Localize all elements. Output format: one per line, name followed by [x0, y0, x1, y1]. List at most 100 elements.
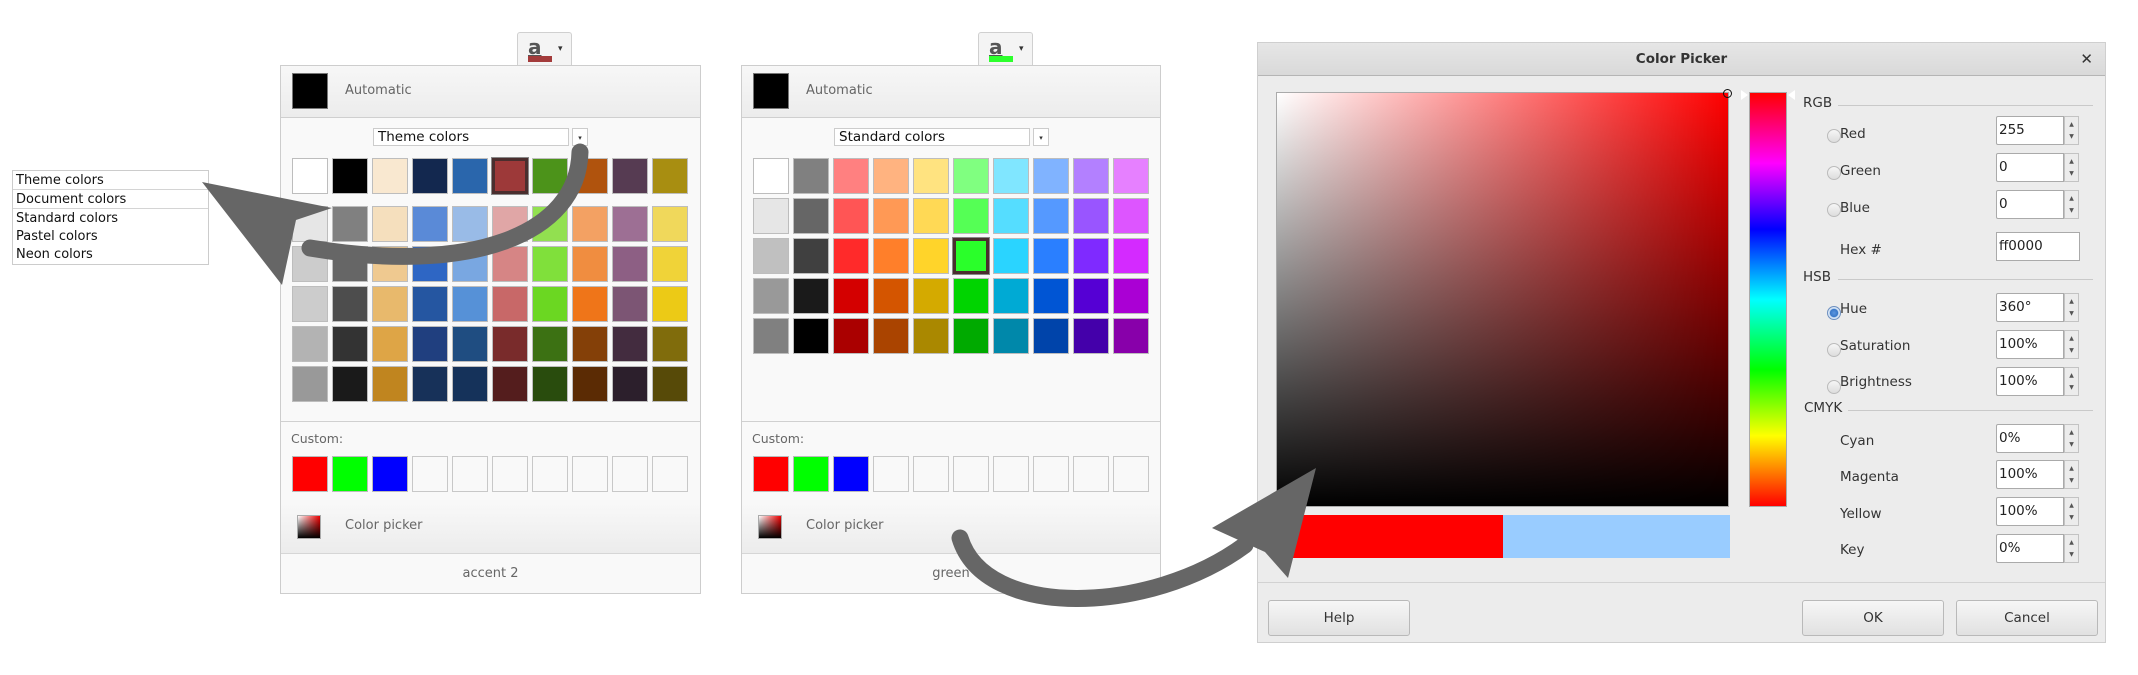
magenta-spinner[interactable]: ▲ ▼: [2064, 460, 2079, 489]
spin-up-icon[interactable]: ▲: [2069, 502, 2074, 509]
color-swatch[interactable]: [452, 206, 488, 242]
empty-custom-swatch[interactable]: [913, 456, 949, 492]
color-swatch[interactable]: [452, 326, 488, 362]
color-swatch[interactable]: [332, 158, 368, 194]
green-input[interactable]: 0: [1996, 153, 2064, 182]
empty-custom-swatch[interactable]: [492, 456, 528, 492]
color-swatch[interactable]: [793, 198, 829, 234]
color-swatch[interactable]: [452, 158, 488, 194]
color-swatch[interactable]: [1113, 198, 1149, 234]
color-swatch[interactable]: [753, 198, 789, 234]
color-swatch[interactable]: [292, 366, 328, 402]
chevron-down-icon[interactable]: ▾: [558, 44, 563, 54]
color-swatch[interactable]: [332, 206, 368, 242]
color-swatch[interactable]: [953, 278, 989, 314]
color-swatch[interactable]: [913, 198, 949, 234]
color-swatch[interactable]: [372, 246, 408, 282]
color-swatch[interactable]: [412, 158, 448, 194]
color-swatch[interactable]: [993, 158, 1029, 194]
palette-select-dropdown-button[interactable]: ▾: [572, 128, 588, 146]
color-swatch[interactable]: [612, 246, 648, 282]
color-swatch[interactable]: [652, 286, 688, 322]
color-swatch[interactable]: [952, 237, 990, 275]
color-swatch[interactable]: [1073, 158, 1109, 194]
color-swatch[interactable]: [993, 278, 1029, 314]
spin-down-icon[interactable]: ▼: [2069, 207, 2074, 214]
color-swatch[interactable]: [412, 246, 448, 282]
brightness-spinner[interactable]: ▲ ▼: [2064, 367, 2079, 396]
color-picker-button[interactable]: Color picker: [742, 499, 1160, 554]
color-swatch[interactable]: [1113, 278, 1149, 314]
chevron-down-icon[interactable]: ▾: [1019, 44, 1024, 54]
spin-up-icon[interactable]: ▲: [2069, 158, 2074, 165]
hue-radio[interactable]: [1827, 306, 1841, 320]
color-swatch[interactable]: [612, 206, 648, 242]
color-field-marker[interactable]: [1723, 89, 1732, 98]
palette-select[interactable]: Theme colors: [373, 128, 569, 146]
color-swatch[interactable]: [652, 246, 688, 282]
empty-custom-swatch[interactable]: [873, 456, 909, 492]
color-swatch[interactable]: [372, 366, 408, 402]
color-swatch[interactable]: [492, 286, 528, 322]
custom-color-swatch[interactable]: [332, 456, 368, 492]
color-swatch[interactable]: [1073, 198, 1109, 234]
help-button[interactable]: Help: [1268, 600, 1410, 636]
color-swatch[interactable]: [492, 366, 528, 402]
green-spinner[interactable]: ▲ ▼: [2064, 153, 2079, 182]
red-spinner[interactable]: ▲ ▼: [2064, 116, 2079, 145]
empty-custom-swatch[interactable]: [1033, 456, 1069, 492]
color-swatch[interactable]: [292, 246, 328, 282]
cyan-spinner[interactable]: ▲ ▼: [2064, 424, 2079, 453]
color-swatch[interactable]: [612, 326, 648, 362]
color-swatch[interactable]: [1033, 158, 1069, 194]
red-input[interactable]: 255: [1996, 116, 2064, 145]
spin-down-icon[interactable]: ▼: [2069, 170, 2074, 177]
spin-up-icon[interactable]: ▲: [2069, 539, 2074, 546]
color-swatch[interactable]: [332, 246, 368, 282]
color-swatch[interactable]: [913, 238, 949, 274]
close-icon[interactable]: ✕: [2080, 50, 2093, 68]
color-swatch[interactable]: [873, 198, 909, 234]
color-swatch[interactable]: [913, 318, 949, 354]
spin-down-icon[interactable]: ▼: [2069, 310, 2074, 317]
color-swatch[interactable]: [532, 206, 568, 242]
color-swatch[interactable]: [833, 278, 869, 314]
color-swatch[interactable]: [612, 366, 648, 402]
blue-spinner[interactable]: ▲ ▼: [2064, 190, 2079, 219]
color-swatch[interactable]: [532, 326, 568, 362]
color-swatch[interactable]: [572, 366, 608, 402]
color-swatch[interactable]: [1073, 318, 1109, 354]
palette-select[interactable]: Standard colors: [834, 128, 1030, 146]
empty-custom-swatch[interactable]: [652, 456, 688, 492]
spin-up-icon[interactable]: ▲: [2069, 372, 2074, 379]
color-swatch[interactable]: [332, 326, 368, 362]
spin-down-icon[interactable]: ▼: [2069, 384, 2074, 391]
color-swatch[interactable]: [833, 158, 869, 194]
hue-slider[interactable]: [1741, 90, 1795, 507]
spin-down-icon[interactable]: ▼: [2069, 514, 2074, 521]
color-swatch[interactable]: [793, 158, 829, 194]
color-swatch[interactable]: [452, 246, 488, 282]
spin-up-icon[interactable]: ▲: [2069, 335, 2074, 342]
hue-slider-handle-left[interactable]: [1741, 90, 1748, 100]
color-swatch[interactable]: [532, 246, 568, 282]
spin-up-icon[interactable]: ▲: [2069, 121, 2074, 128]
color-swatch[interactable]: [612, 286, 648, 322]
key-input[interactable]: 0%: [1996, 534, 2064, 563]
color-swatch[interactable]: [873, 278, 909, 314]
palette-option-document[interactable]: Document colors: [13, 190, 208, 209]
spin-down-icon[interactable]: ▼: [2069, 551, 2074, 558]
color-swatch[interactable]: [532, 286, 568, 322]
color-swatch[interactable]: [793, 318, 829, 354]
color-swatch[interactable]: [753, 158, 789, 194]
empty-custom-swatch[interactable]: [412, 456, 448, 492]
color-swatch[interactable]: [452, 286, 488, 322]
custom-color-swatch[interactable]: [372, 456, 408, 492]
color-swatch[interactable]: [1113, 318, 1149, 354]
saturation-spinner[interactable]: ▲ ▼: [2064, 330, 2079, 359]
spin-up-icon[interactable]: ▲: [2069, 195, 2074, 202]
color-swatch[interactable]: [412, 206, 448, 242]
saturation-brightness-field[interactable]: [1276, 89, 1732, 507]
color-swatch[interactable]: [332, 366, 368, 402]
color-swatch[interactable]: [412, 366, 448, 402]
